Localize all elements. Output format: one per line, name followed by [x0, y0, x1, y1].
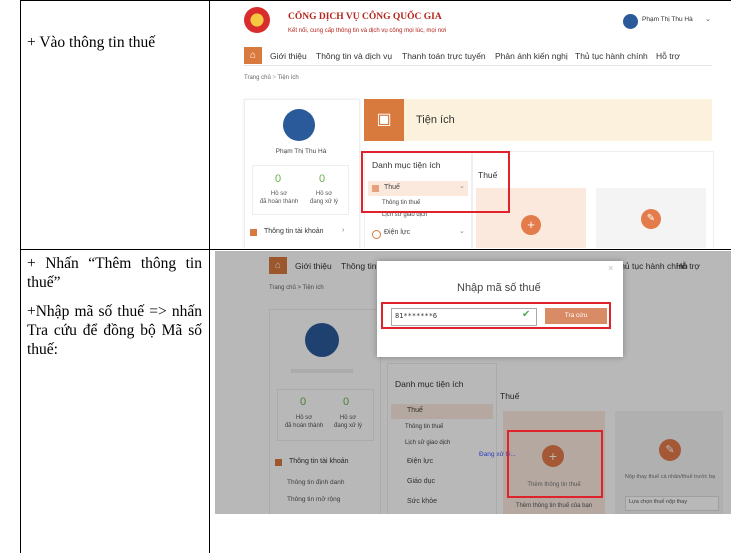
breadcrumb: Trang chủ > Tiện ích — [244, 75, 299, 81]
portal-title: CỔNG DỊCH VỤ CÔNG QUỐC GIA — [288, 12, 442, 22]
highlight-tax-menu — [361, 151, 510, 213]
highlight-tax-code-input — [381, 302, 611, 329]
chevron-down-icon[interactable]: ⌄ — [705, 15, 711, 23]
row1-instruction: + Vào thông tin thuế — [27, 34, 156, 51]
nav-gioi-thieu[interactable]: Giới thiệu — [270, 51, 307, 61]
stat-processing-count: 0 — [319, 173, 326, 185]
breadcrumb-home[interactable]: Trang chủ — [244, 75, 271, 81]
stat-processing-label2: đang xử lý — [309, 199, 339, 205]
home-icon[interactable]: ⌂ — [244, 47, 262, 64]
nav-phan-anh[interactable]: Phản ánh kiến nghị — [495, 51, 568, 61]
nav-underline — [244, 65, 712, 66]
nav-thanh-toan[interactable]: Thanh toán trực tuyến — [402, 51, 486, 61]
account-icon — [250, 229, 257, 236]
stat-completed-label2: đã hoàn thành — [259, 199, 299, 205]
profile-user-name: Phạm Thị Thu Hà — [275, 148, 327, 155]
menu-electric[interactable]: Điện lực — [384, 229, 410, 236]
screenshot-tax-code-dialog: ⌂ Giới thiệu Thông tin và dịch vụ Thủ tụ… — [215, 251, 731, 514]
dialog-title: Nhập mã số thuế — [457, 282, 541, 294]
account-info-link[interactable]: Thông tin tài khoản — [264, 228, 324, 235]
stats-box — [252, 165, 349, 215]
plus-icon[interactable]: + — [521, 215, 541, 235]
national-emblem-icon — [244, 7, 270, 33]
nav-thong-tin-dich-vu[interactable]: Thông tin và dịch vụ — [316, 51, 392, 61]
highlight-add-tax — [507, 430, 603, 498]
table-column-divider — [209, 0, 210, 553]
screenshot-tax-menu: CỔNG DỊCH VỤ CÔNG QUỐC GIA Kết nối, cung… — [212, 1, 731, 248]
nav-ho-tro[interactable]: Hỗ trợ — [656, 51, 680, 61]
stat-completed-count: 0 — [275, 173, 282, 185]
row2-instruction-lookup: +Nhập mã số thuế => nhấn Tra cứu để đồng… — [27, 303, 202, 358]
table-row-divider — [20, 249, 731, 250]
table-border-left — [20, 0, 21, 553]
nav-thu-tuc[interactable]: Thủ tục hành chính — [575, 51, 648, 61]
profile-avatar-icon — [283, 109, 315, 141]
utility-wallet-icon: ▣ — [364, 99, 404, 141]
electric-icon — [372, 230, 381, 239]
stat-processing-label1: Hồ sơ — [315, 191, 333, 197]
chevron-down-icon: ⌄ — [459, 228, 465, 235]
breadcrumb-current: Tiện ích — [277, 75, 299, 81]
utility-title: Tiện ích — [416, 114, 455, 126]
stat-completed-label1: Hồ sơ — [270, 191, 288, 197]
edit-icon[interactable]: ✎ — [641, 209, 661, 229]
chevron-right-icon: › — [342, 227, 345, 234]
row2-instruction-add: + Nhấn “Thêm thông tin thuế” — [27, 255, 202, 291]
header-user-name[interactable]: Phạm Thị Thu Hà — [642, 16, 693, 23]
breadcrumb-separator: > — [272, 75, 276, 81]
dialog-close-icon[interactable]: × — [608, 263, 613, 273]
portal-slogan: Kết nối, cung cấp thông tin và dịch vụ c… — [288, 28, 447, 34]
user-avatar-icon[interactable] — [623, 14, 638, 29]
